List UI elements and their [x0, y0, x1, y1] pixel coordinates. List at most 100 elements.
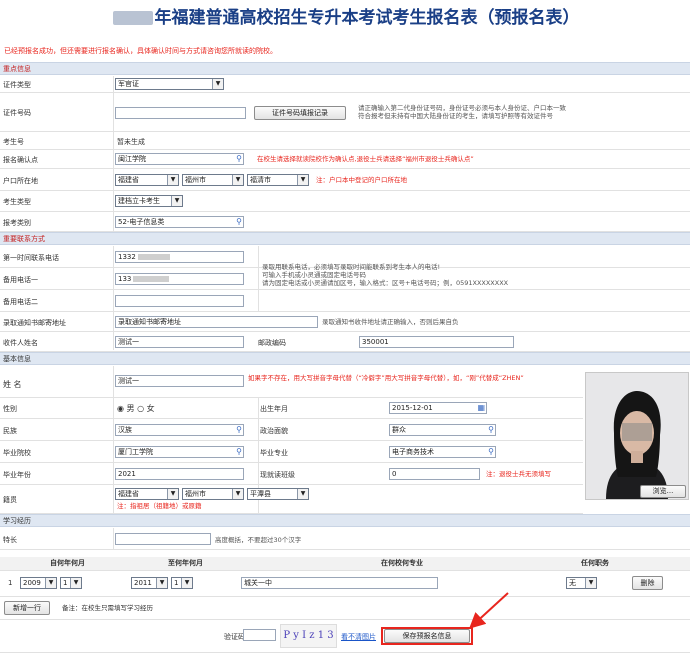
applicant-photo: 浏览...: [585, 372, 689, 500]
grad-year-input[interactable]: 2021: [115, 468, 244, 480]
delete-row-button[interactable]: 删除: [632, 576, 663, 590]
section-contact: 重要联系方式: [0, 232, 690, 245]
notice-text: 已经预报名成功，但还需要进行报名确认，具体确认时间与方式请咨询您所就读的院校。: [4, 47, 277, 55]
specialty-input[interactable]: [115, 533, 211, 545]
birth-input[interactable]: 2015-12-01 ▦: [389, 402, 487, 414]
native-province-select[interactable]: 福建省 ▼: [115, 488, 179, 500]
row-index: 1: [8, 579, 13, 587]
row-category: 报考类别 52-电子信息类 ⚲: [0, 212, 690, 232]
mail-addr-input[interactable]: 录取通知书邮寄地址: [115, 316, 318, 328]
to-year-select[interactable]: 2011 ▼: [131, 577, 168, 589]
add-row-button[interactable]: 新增一行: [4, 601, 50, 615]
section-key-info: 重点信息: [0, 62, 690, 75]
redacted-year: [112, 11, 153, 25]
exam-no-label: 考生号: [3, 138, 24, 146]
receiver-input[interactable]: 测试一: [115, 336, 244, 348]
native-hint: 注：指祖居（祖籍地）或原籍: [117, 502, 202, 510]
add-note: 备注：在校生只需填写学习经历: [62, 604, 153, 612]
portrait-image: [586, 373, 688, 499]
row-specialty: 特长 高度概括，不要超过30个汉字: [0, 528, 690, 550]
confirm-point-input[interactable]: 闽江学院 ⚲: [115, 153, 244, 165]
phone3-input[interactable]: [115, 295, 244, 307]
political-input[interactable]: 群众 ⚲: [389, 424, 496, 436]
grad-year-label: 毕业年份: [3, 471, 31, 479]
table-row: 1 2009 ▼ 1 ▼ 2011 ▼ 1 ▼ 城关一中 无 ▼ 删除: [0, 571, 690, 597]
row-mail-addr: 录取通知书邮寄地址 录取通知书邮寄地址 录取通知书收件地址请正确输入，否则后果自…: [0, 312, 690, 332]
row-receiver: 收件人姓名 测试一 邮政编码 350001: [0, 332, 690, 352]
id-type-select[interactable]: 军官证 ▼: [115, 78, 224, 90]
calendar-icon[interactable]: ▦: [477, 403, 485, 413]
hukou-city-select[interactable]: 福州市 ▼: [182, 174, 244, 186]
col-duty: 任何职务: [581, 559, 609, 567]
chevron-down-icon: ▼: [167, 175, 178, 185]
row-gender: 性别 ◉ 男 ○ 女 出生年月 2015-12-01 ▦: [0, 398, 583, 419]
name-label: 姓 名: [3, 380, 22, 389]
search-icon[interactable]: ⚲: [236, 154, 242, 164]
postcode-input[interactable]: 350001: [359, 336, 514, 348]
confirm-point-hint: 在校生请选择就读院校作为确认点,退役士兵请选择“福州市退役士兵确认点”: [257, 155, 474, 163]
search-icon[interactable]: ⚲: [236, 425, 242, 435]
chevron-down-icon: ▼: [232, 175, 243, 185]
browse-button[interactable]: 浏览...: [640, 485, 686, 498]
from-month-select[interactable]: 1 ▼: [60, 577, 82, 589]
from-year-select[interactable]: 2009 ▼: [20, 577, 57, 589]
category-input[interactable]: 52-电子信息类 ⚲: [115, 216, 244, 228]
gender-label: 性别: [3, 405, 17, 413]
current-class-hint: 注：退役士兵无须填写: [486, 470, 551, 478]
id-number-label: 证件号码: [3, 109, 31, 117]
phone2-input[interactable]: 133: [115, 273, 244, 285]
duty-select[interactable]: 无 ▼: [566, 577, 597, 589]
mail-addr-label: 录取通知书邮寄地址: [3, 319, 66, 327]
row-confirm-point: 报名确认点 闽江学院 ⚲ 在校生请选择就读院校作为确认点,退役士兵请选择“福州市退…: [0, 150, 690, 169]
save-button[interactable]: 保存预报名信息: [384, 629, 470, 643]
search-icon[interactable]: ⚲: [236, 447, 242, 457]
refresh-captcha-link[interactable]: 看不清图片: [341, 632, 376, 642]
exam-type-label: 考生类型: [3, 198, 31, 206]
native-label: 籍贯: [3, 496, 17, 504]
phone3-label: 备用电话二: [3, 298, 38, 306]
nation-input[interactable]: 汉族 ⚲: [115, 424, 244, 436]
receiver-label: 收件人姓名: [3, 339, 38, 347]
phone-hint: 录取用联系电话，必须填写录取时间能联系到考生本人的电话! 可输入手机或小灵通或固…: [262, 263, 509, 287]
native-county-select[interactable]: 平潭县 ▼: [247, 488, 309, 500]
row-nation: 民族 汉族 ⚲ 政治面貌 群众 ⚲: [0, 419, 583, 441]
chevron-down-icon: ▼: [585, 578, 596, 588]
id-number-input[interactable]: [115, 107, 246, 119]
school-label: 毕业院校: [3, 449, 31, 457]
search-icon[interactable]: ⚲: [236, 217, 242, 227]
specialty-label: 特长: [3, 536, 17, 544]
section-study: 学习经历: [0, 514, 690, 527]
chevron-down-icon: ▼: [212, 79, 223, 89]
search-icon[interactable]: ⚲: [488, 425, 494, 435]
id-type-label: 证件类型: [3, 81, 31, 89]
current-class-input[interactable]: 0: [389, 468, 480, 480]
major-input[interactable]: 电子商务技术 ⚲: [389, 446, 496, 458]
to-month-select[interactable]: 1 ▼: [171, 577, 193, 589]
phone1-input[interactable]: 1332: [115, 251, 244, 263]
name-hint: 如果字不存在，用大写拼音字母代替（“冷僻字”用大写拼音字母代替），如，“刚”代替…: [248, 374, 524, 382]
chevron-down-icon: ▼: [171, 196, 182, 206]
hukou-province-select[interactable]: 福建省 ▼: [115, 174, 179, 186]
row-grad-year: 毕业年份 2021 现就读班级 0 注：退役士兵无须填写: [0, 463, 583, 485]
exam-type-select[interactable]: 建档立卡考生 ▼: [115, 195, 183, 207]
chevron-down-icon: ▼: [70, 578, 81, 588]
gender-radios: ◉ 男 ○ 女: [117, 404, 155, 413]
study-school-input[interactable]: 城关一中: [241, 577, 438, 589]
specialty-hint: 高度概括，不要超过30个汉字: [215, 536, 302, 544]
col-school: 在何校何专业: [381, 559, 423, 567]
id-record-button[interactable]: 证件号码填报记录: [254, 106, 346, 120]
native-city-select[interactable]: 福州市 ▼: [182, 488, 244, 500]
search-icon[interactable]: ⚲: [488, 447, 494, 457]
row-exam-type: 考生类型 建档立卡考生 ▼: [0, 191, 690, 212]
confirm-point-label: 报名确认点: [3, 156, 38, 164]
study-table-header: 自何年何月 至何年何月 在何校何专业 任何职务: [0, 557, 690, 571]
hukou-county-select[interactable]: 福清市 ▼: [247, 174, 309, 186]
hukou-hint: 注：户口本中登记的户口所在地: [316, 176, 407, 184]
current-class-label: 现就读班级: [260, 471, 295, 479]
gender-male-radio[interactable]: ◉: [117, 404, 124, 413]
gender-female-radio[interactable]: ○: [137, 404, 144, 413]
school-input[interactable]: 厦门工学院 ⚲: [115, 446, 244, 458]
captcha-input[interactable]: [243, 629, 276, 641]
row-add: 新增一行 备注：在校生只需填写学习经历: [0, 597, 690, 620]
name-input[interactable]: 测试一: [115, 375, 244, 387]
